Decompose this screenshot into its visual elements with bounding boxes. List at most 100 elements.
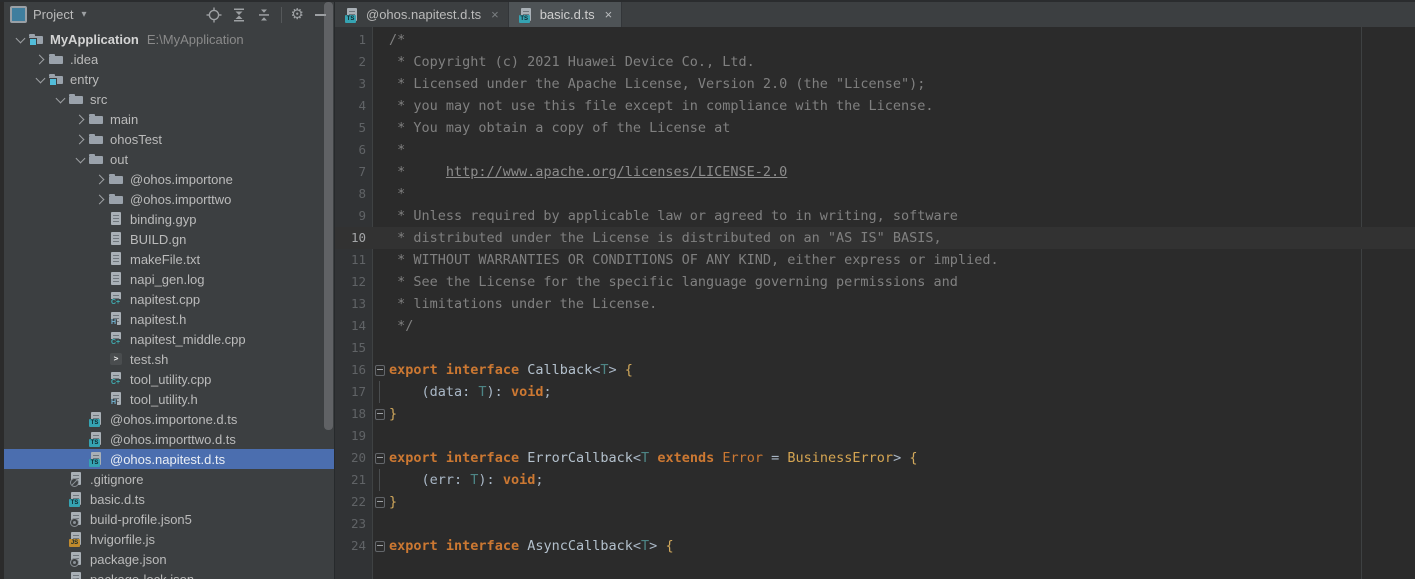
code-text: *: [389, 139, 1415, 161]
line-number: 4: [335, 95, 372, 117]
locate-file-button[interactable]: [206, 7, 222, 23]
fold-marker-icon[interactable]: [375, 541, 385, 552]
fold-column[interactable]: [372, 491, 389, 513]
editor-line-22[interactable]: 22}: [335, 491, 1415, 513]
chevron-collapsed-icon[interactable]: [92, 176, 108, 183]
fold-marker-icon[interactable]: [375, 365, 385, 376]
tree-item-binding-gyp[interactable]: binding.gyp: [4, 209, 334, 229]
fold-column: [372, 249, 389, 271]
chevron-collapsed-icon[interactable]: [32, 56, 48, 63]
file-ts-icon: TS: [88, 411, 104, 427]
tree-scrollbar[interactable]: [324, 2, 333, 430]
file-ts-icon: TS: [88, 451, 104, 467]
fold-column: [372, 95, 389, 117]
editor-line-9[interactable]: 9 * Unless required by applicable law or…: [335, 205, 1415, 227]
tree-item-hvigorfile-js[interactable]: JShvigorfile.js: [4, 529, 334, 549]
editor-line-6[interactable]: 6 *: [335, 139, 1415, 161]
editor-line-23[interactable]: 23: [335, 513, 1415, 535]
chevron-expanded-icon[interactable]: [52, 97, 68, 102]
fold-marker-icon[interactable]: [375, 497, 385, 508]
editor-line-14[interactable]: 14 */: [335, 315, 1415, 337]
tab-ohos-napitest[interactable]: TS @ohos.napitest.d.ts ×: [335, 2, 509, 27]
editor-line-13[interactable]: 13 * limitations under the License.: [335, 293, 1415, 315]
fold-marker-icon[interactable]: [375, 453, 385, 464]
tree-item-label: test.sh: [130, 352, 168, 367]
tree-item-napitest-h[interactable]: Hnapitest.h: [4, 309, 334, 329]
fold-column[interactable]: [372, 535, 389, 557]
editor-line-17[interactable]: 17 (data: T): void;: [335, 381, 1415, 403]
chevron-collapsed-icon[interactable]: [92, 196, 108, 203]
tree-item-src[interactable]: src: [4, 89, 334, 109]
tree-item-out[interactable]: out: [4, 149, 334, 169]
editor-line-1[interactable]: 1/*: [335, 29, 1415, 51]
tree-item-main[interactable]: main: [4, 109, 334, 129]
tree-item--ohos-importone-d-ts[interactable]: TS@ohos.importone.d.ts: [4, 409, 334, 429]
tree-item-napitest-cpp[interactable]: C+napitest.cpp: [4, 289, 334, 309]
tree-item-myapplication[interactable]: MyApplicationE:\MyApplication: [4, 29, 334, 49]
editor-line-5[interactable]: 5 * You may obtain a copy of the License…: [335, 117, 1415, 139]
tree-item--idea[interactable]: .idea: [4, 49, 334, 69]
chevron-expanded-icon[interactable]: [72, 157, 88, 162]
editor-line-3[interactable]: 3 * Licensed under the Apache License, V…: [335, 73, 1415, 95]
tree-item-napi-gen-log[interactable]: napi_gen.log: [4, 269, 334, 289]
editor-line-18[interactable]: 18}: [335, 403, 1415, 425]
editor-line-11[interactable]: 11 * WITHOUT WARRANTIES OR CONDITIONS OF…: [335, 249, 1415, 271]
chevron-expanded-icon[interactable]: [32, 77, 48, 82]
project-view-dropdown[interactable]: Project ▾: [10, 6, 87, 23]
collapse-all-button[interactable]: [256, 7, 272, 23]
editor-line-21[interactable]: 21 (err: T): void;: [335, 469, 1415, 491]
tree-item-tool-utility-cpp[interactable]: C+tool_utility.cpp: [4, 369, 334, 389]
editor-line-19[interactable]: 19: [335, 425, 1415, 447]
tree-item-tool-utility-h[interactable]: Htool_utility.h: [4, 389, 334, 409]
tree-item-package-lock-json[interactable]: package-lock.json: [4, 569, 334, 579]
tree-item-build-gn[interactable]: BUILD.gn: [4, 229, 334, 249]
fold-column[interactable]: [372, 469, 389, 491]
close-icon[interactable]: ×: [491, 8, 499, 21]
close-icon[interactable]: ×: [605, 8, 613, 21]
tree-item--ohos-napitest-d-ts[interactable]: TS@ohos.napitest.d.ts: [4, 449, 334, 469]
chevron-collapsed-icon[interactable]: [72, 136, 88, 143]
fold-column[interactable]: [372, 403, 389, 425]
line-number: 14: [335, 315, 372, 337]
tree-item-napitest-middle-cpp[interactable]: C+napitest_middle.cpp: [4, 329, 334, 349]
code-editor[interactable]: 1/*2 * Copyright (c) 2021 Huawei Device …: [335, 27, 1415, 579]
editor-line-20[interactable]: 20export interface ErrorCallback<T exten…: [335, 447, 1415, 469]
editor-line-10[interactable]: 10 * distributed under the License is di…: [335, 227, 1415, 249]
tree-item-label: binding.gyp: [130, 212, 197, 227]
tree-item-entry[interactable]: entry: [4, 69, 334, 89]
editor-line-15[interactable]: 15: [335, 337, 1415, 359]
editor-line-8[interactable]: 8 *: [335, 183, 1415, 205]
fold-column[interactable]: [372, 359, 389, 381]
editor-line-2[interactable]: 2 * Copyright (c) 2021 Huawei Device Co.…: [335, 51, 1415, 73]
editor-line-12[interactable]: 12 * See the License for the specific la…: [335, 271, 1415, 293]
tree-item--ohos-importtwo-d-ts[interactable]: TS@ohos.importtwo.d.ts: [4, 429, 334, 449]
editor-line-7[interactable]: 7 * http://www.apache.org/licenses/LICEN…: [335, 161, 1415, 183]
line-number: 13: [335, 293, 372, 315]
tree-item--gitignore[interactable]: .gitignore: [4, 469, 334, 489]
tree-item-ohostest[interactable]: ohosTest: [4, 129, 334, 149]
gear-icon[interactable]: ⚙: [291, 7, 304, 22]
editor-line-4[interactable]: 4 * you may not use this file except in …: [335, 95, 1415, 117]
tree-item-label: out: [110, 152, 128, 167]
expand-collapse-button[interactable]: [231, 7, 247, 23]
fold-column[interactable]: [372, 447, 389, 469]
tree-item--ohos-importone[interactable]: @ohos.importone: [4, 169, 334, 189]
window-top-border: [0, 0, 1415, 2]
tree-item-test-sh[interactable]: >test.sh: [4, 349, 334, 369]
chevron-collapsed-icon[interactable]: [72, 116, 88, 123]
tree-item-build-profile-json5[interactable]: build-profile.json5: [4, 509, 334, 529]
tab-basic-dts[interactable]: TS basic.d.ts ×: [509, 2, 623, 27]
tree-item-basic-d-ts[interactable]: TSbasic.d.ts: [4, 489, 334, 509]
line-number: 10: [335, 227, 372, 249]
tab-label: @ohos.napitest.d.ts: [366, 7, 481, 22]
editor-line-24[interactable]: 24export interface AsyncCallback<T> {: [335, 535, 1415, 557]
chevron-down-icon: ▾: [81, 9, 86, 20]
editor-line-16[interactable]: 16export interface Callback<T> {: [335, 359, 1415, 381]
tree-item-makefile-txt[interactable]: makeFile.txt: [4, 249, 334, 269]
ide-window: Project ▾: [0, 0, 1415, 579]
fold-marker-icon[interactable]: [375, 409, 385, 420]
fold-column[interactable]: [372, 381, 389, 403]
chevron-expanded-icon[interactable]: [12, 37, 28, 42]
tree-item--ohos-importtwo[interactable]: @ohos.importtwo: [4, 189, 334, 209]
tree-item-package-json[interactable]: package.json: [4, 549, 334, 569]
